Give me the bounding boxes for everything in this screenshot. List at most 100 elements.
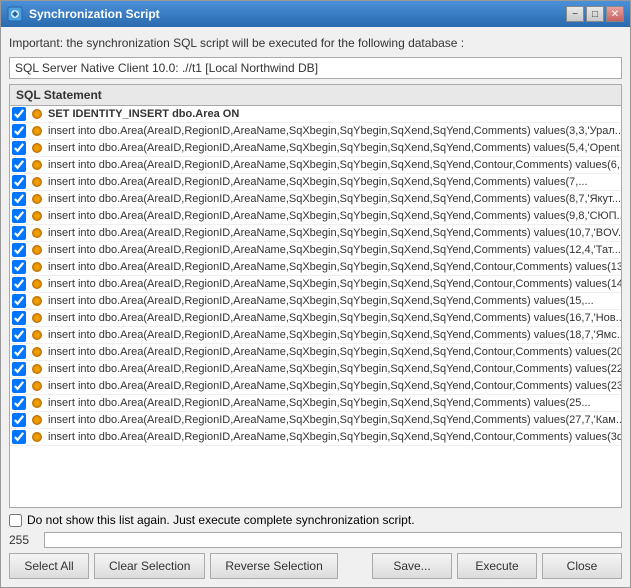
reverse-selection-button[interactable]: Reverse Selection	[210, 553, 337, 579]
gear-icon	[30, 277, 44, 291]
row-checkbox[interactable]	[12, 311, 26, 325]
row-text: insert into dbo.Area(AreaID,RegionID,Are…	[48, 397, 591, 409]
row-text: insert into dbo.Area(AreaID,RegionID,Are…	[48, 159, 621, 171]
gear-icon	[30, 107, 44, 121]
row-checkbox[interactable]	[12, 226, 26, 240]
row-text: insert into dbo.Area(AreaID,RegionID,Are…	[48, 278, 621, 290]
close-button[interactable]: Close	[542, 553, 622, 579]
row-checkbox[interactable]	[12, 243, 26, 257]
main-window: Synchronization Script − □ ✕ Important: …	[0, 0, 631, 588]
gear-icon	[30, 192, 44, 206]
row-checkbox[interactable]	[12, 141, 26, 155]
no-show-label: Do not show this list again. Just execut…	[27, 513, 415, 527]
table-row: insert into dbo.Area(AreaID,RegionID,Are…	[10, 259, 621, 276]
close-window-button[interactable]: ✕	[606, 6, 624, 22]
execute-button[interactable]: Execute	[457, 553, 537, 579]
gear-icon	[30, 124, 44, 138]
table-header: SQL Statement	[10, 85, 621, 106]
table-row: insert into dbo.Area(AreaID,RegionID,Are…	[10, 276, 621, 293]
row-checkbox[interactable]	[12, 192, 26, 206]
gear-icon	[30, 226, 44, 240]
gear-icon	[30, 243, 44, 257]
row-text: insert into dbo.Area(AreaID,RegionID,Are…	[48, 295, 594, 307]
gear-icon	[30, 396, 44, 410]
gear-icon	[30, 294, 44, 308]
gear-icon	[30, 141, 44, 155]
progress-value: 255	[9, 533, 39, 547]
main-content: Important: the synchronization SQL scrip…	[1, 27, 630, 587]
gear-icon	[30, 158, 44, 172]
clear-selection-button[interactable]: Clear Selection	[94, 553, 205, 579]
table-row: insert into dbo.Area(AreaID,RegionID,Are…	[10, 429, 621, 446]
row-text: insert into dbo.Area(AreaID,RegionID,Are…	[48, 380, 621, 392]
table-row: insert into dbo.Area(AreaID,RegionID,Are…	[10, 225, 621, 242]
db-info: SQL Server Native Client 10.0: .//t1 [Lo…	[9, 57, 622, 79]
row-text: insert into dbo.Area(AreaID,RegionID,Are…	[48, 346, 621, 358]
gear-icon	[30, 345, 44, 359]
gear-icon	[30, 328, 44, 342]
maximize-button[interactable]: □	[586, 6, 604, 22]
gear-icon	[30, 175, 44, 189]
row-text: insert into dbo.Area(AreaID,RegionID,Are…	[48, 312, 621, 324]
minimize-button[interactable]: −	[566, 6, 584, 22]
row-text: SET IDENTITY_INSERT dbo.Area ON	[48, 108, 239, 120]
row-checkbox[interactable]	[12, 124, 26, 138]
gear-icon	[30, 209, 44, 223]
gear-icon	[30, 379, 44, 393]
table-row: insert into dbo.Area(AreaID,RegionID,Are…	[10, 344, 621, 361]
row-checkbox[interactable]	[12, 413, 26, 427]
table-row: insert into dbo.Area(AreaID,RegionID,Are…	[10, 378, 621, 395]
row-checkbox[interactable]	[12, 430, 26, 444]
row-checkbox[interactable]	[12, 158, 26, 172]
window-controls: − □ ✕	[566, 6, 624, 22]
gear-icon	[30, 430, 44, 444]
row-text: insert into dbo.Area(AreaID,RegionID,Are…	[48, 244, 621, 256]
row-checkbox[interactable]	[12, 396, 26, 410]
table-scroll-area[interactable]: SET IDENTITY_INSERT dbo.Area ON insert in…	[10, 106, 621, 507]
table-row: insert into dbo.Area(AreaID,RegionID,Are…	[10, 123, 621, 140]
row-checkbox[interactable]	[12, 260, 26, 274]
row-checkbox[interactable]	[12, 328, 26, 342]
progress-bar	[44, 532, 622, 548]
row-checkbox[interactable]	[12, 345, 26, 359]
table-row: insert into dbo.Area(AreaID,RegionID,Are…	[10, 174, 621, 191]
row-checkbox[interactable]	[12, 362, 26, 376]
table-row: insert into dbo.Area(AreaID,RegionID,Are…	[10, 208, 621, 225]
table-row: insert into dbo.Area(AreaID,RegionID,Are…	[10, 395, 621, 412]
progress-row: 255	[9, 532, 622, 548]
left-buttons: Select All Clear Selection Reverse Selec…	[9, 553, 338, 579]
table-row: insert into dbo.Area(AreaID,RegionID,Are…	[10, 412, 621, 429]
row-text: insert into dbo.Area(AreaID,RegionID,Are…	[48, 176, 588, 188]
row-text: insert into dbo.Area(AreaID,RegionID,Are…	[48, 329, 621, 341]
row-checkbox[interactable]	[12, 175, 26, 189]
row-text: insert into dbo.Area(AreaID,RegionID,Are…	[48, 261, 621, 273]
row-text: insert into dbo.Area(AreaID,RegionID,Are…	[48, 193, 621, 205]
row-checkbox[interactable]	[12, 294, 26, 308]
no-show-checkbox[interactable]	[9, 514, 22, 527]
title-bar: Synchronization Script − □ ✕	[1, 1, 630, 27]
row-text: insert into dbo.Area(AreaID,RegionID,Are…	[48, 210, 621, 222]
gear-icon	[30, 311, 44, 325]
row-checkbox[interactable]	[12, 107, 26, 121]
row-checkbox[interactable]	[12, 209, 26, 223]
table-row: insert into dbo.Area(AreaID,RegionID,Are…	[10, 157, 621, 174]
select-all-button[interactable]: Select All	[9, 553, 89, 579]
row-text: insert into dbo.Area(AreaID,RegionID,Are…	[48, 414, 621, 426]
gear-icon	[30, 260, 44, 274]
table-row: insert into dbo.Area(AreaID,RegionID,Are…	[10, 242, 621, 259]
info-text: Important: the synchronization SQL scrip…	[9, 35, 622, 52]
gear-icon	[30, 362, 44, 376]
table-row: insert into dbo.Area(AreaID,RegionID,Are…	[10, 293, 621, 310]
row-text: insert into dbo.Area(AreaID,RegionID,Are…	[48, 142, 621, 154]
save-button[interactable]: Save...	[372, 553, 452, 579]
no-show-row: Do not show this list again. Just execut…	[9, 513, 622, 527]
table-header-label: SQL Statement	[16, 88, 102, 102]
row-checkbox[interactable]	[12, 379, 26, 393]
button-row: Select All Clear Selection Reverse Selec…	[9, 553, 622, 579]
row-text: insert into dbo.Area(AreaID,RegionID,Are…	[48, 125, 621, 137]
row-text: insert into dbo.Area(AreaID,RegionID,Are…	[48, 363, 621, 375]
window-title: Synchronization Script	[29, 7, 560, 21]
right-buttons: Save... Execute Close	[372, 553, 622, 579]
row-text: insert into dbo.Area(AreaID,RegionID,Are…	[48, 431, 621, 443]
row-checkbox[interactable]	[12, 277, 26, 291]
